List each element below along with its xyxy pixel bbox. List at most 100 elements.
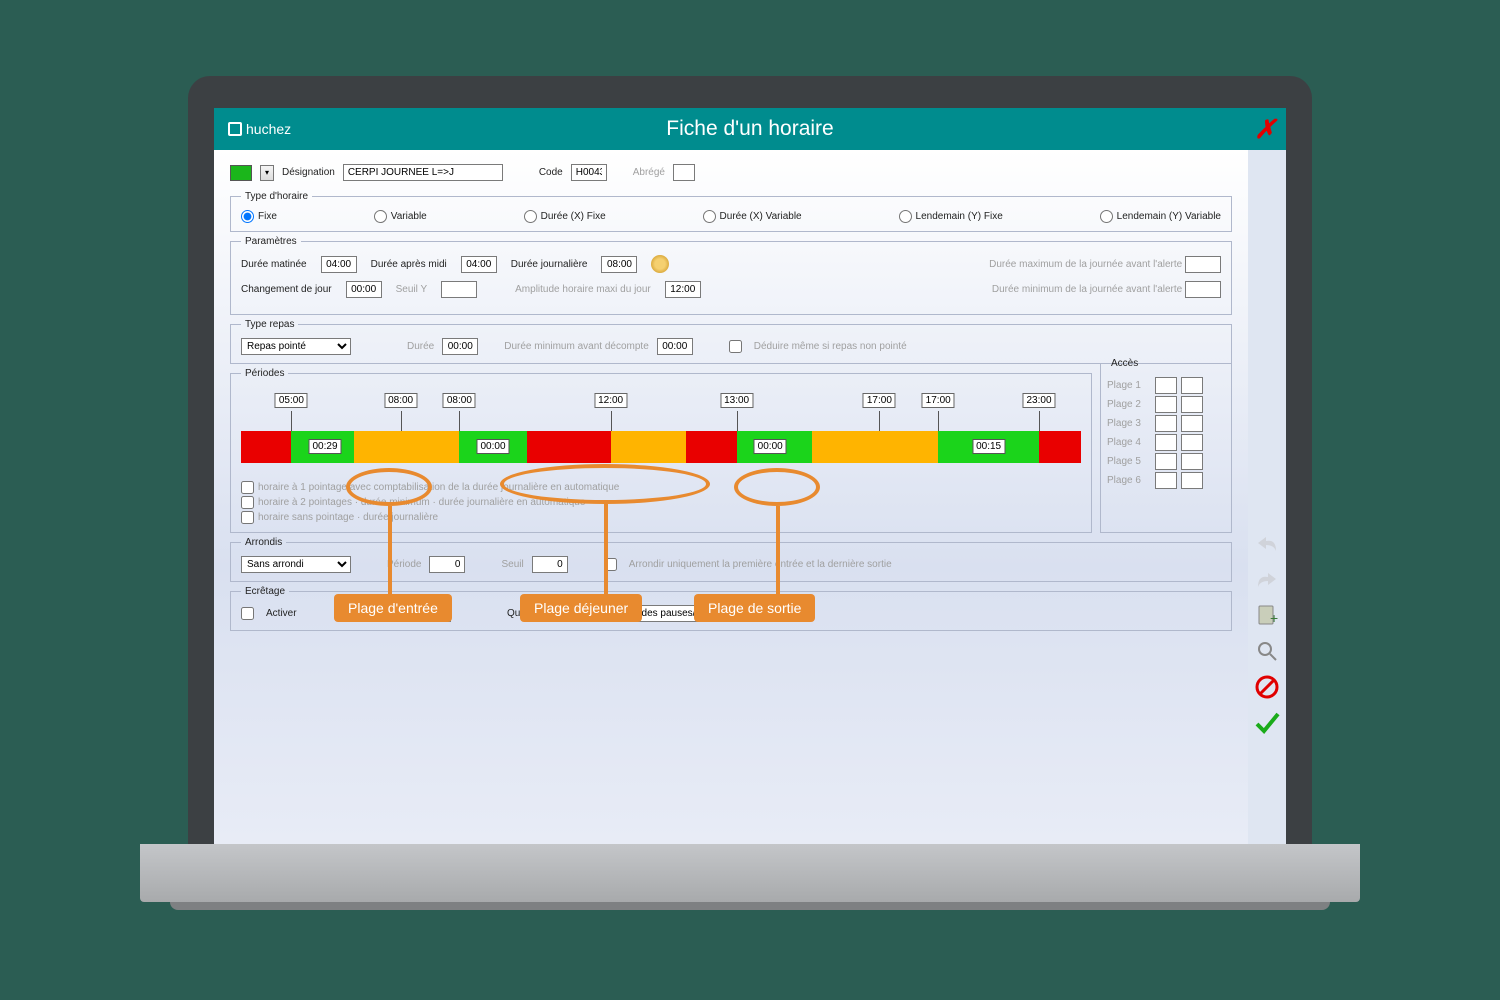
brand-logo: huchez: [228, 121, 291, 137]
plage1-a[interactable]: [1155, 377, 1177, 394]
repas-legend: Type repas: [241, 319, 298, 330]
plage3-a[interactable]: [1155, 415, 1177, 432]
confirm-icon[interactable]: [1254, 710, 1280, 736]
bar-label-2[interactable]: 00:00: [754, 439, 787, 454]
plage6-b[interactable]: [1181, 472, 1203, 489]
radio-fixe[interactable]: Fixe: [241, 210, 277, 223]
close-icon[interactable]: ✗: [1254, 114, 1276, 145]
radio-duree-x-fixe[interactable]: Durée (X) Fixe: [524, 210, 606, 223]
period-bar: [241, 431, 1081, 463]
min-alert-input[interactable]: [1185, 281, 1221, 298]
max-alert-input[interactable]: [1185, 256, 1221, 273]
abrege-input[interactable]: [673, 164, 695, 181]
color-swatch[interactable]: [230, 165, 252, 181]
timeline: 05:00 08:00 08:00 12:00 13:00 17:00 17:0…: [241, 393, 1081, 475]
designation-label: Désignation: [282, 167, 335, 178]
plage5-b[interactable]: [1181, 453, 1203, 470]
ecretage-quand-select[interactable]: Avant la déduction des pauses/repas: [551, 605, 761, 622]
app-screen: huchez Fiche d'un horaire ✗ ▾ Désignatio…: [214, 108, 1286, 844]
designation-input[interactable]: [343, 164, 503, 181]
duree-am-label: Durée après midi: [371, 259, 447, 270]
laptop-bezel: huchez Fiche d'un horaire ✗ ▾ Désignatio…: [188, 76, 1312, 844]
bar-label-3[interactable]: 00:15: [972, 439, 1005, 454]
ecretage-periode-label: Période: [373, 608, 407, 619]
plage2-b[interactable]: [1181, 396, 1203, 413]
ecretage-group: Ecrêtage Activer Période Quand? Avant la…: [230, 586, 1232, 631]
cancel-icon[interactable]: [1254, 674, 1280, 700]
code-input[interactable]: [571, 164, 607, 181]
plage5-a[interactable]: [1155, 453, 1177, 470]
radio-variable[interactable]: Variable: [374, 210, 427, 223]
search-icon[interactable]: [1254, 638, 1280, 664]
seuil-y-label: Seuil Y: [396, 284, 428, 295]
duree-matinee-label: Durée matinée: [241, 259, 307, 270]
laptop-frame: huchez Fiche d'un horaire ✗ ▾ Désignatio…: [188, 76, 1312, 902]
arrondis-group: Arrondis Sans arrondi Période Seuil Arro…: [230, 537, 1232, 582]
chg-jour-input[interactable]: [346, 281, 382, 298]
brand-icon: [228, 122, 242, 136]
deduire-checkbox[interactable]: [729, 340, 742, 353]
time-2[interactable]: 08:00: [443, 393, 476, 408]
time-5[interactable]: 17:00: [863, 393, 896, 408]
radio-lendemain-y-fixe[interactable]: Lendemain (Y) Fixe: [899, 210, 1003, 223]
plage6-a[interactable]: [1155, 472, 1177, 489]
bar-label-0[interactable]: 00:29: [308, 439, 341, 454]
repas-select[interactable]: Repas pointé: [241, 338, 351, 355]
plage2-a[interactable]: [1155, 396, 1177, 413]
chg-jour-label: Changement de jour: [241, 284, 332, 295]
chk-1-pointage[interactable]: [241, 481, 254, 494]
duree-jour-label: Durée journalière: [511, 259, 588, 270]
acces-legend: Accès: [1107, 358, 1142, 369]
brand-text: huchez: [246, 121, 291, 137]
ecretage-activer-chk[interactable]: [241, 607, 254, 620]
chk-2-pointages[interactable]: [241, 496, 254, 509]
undo-icon[interactable]: [1254, 530, 1280, 556]
ecretage-legend: Ecrêtage: [241, 586, 289, 597]
right-toolbar: +: [1248, 150, 1286, 844]
time-0[interactable]: 05:00: [275, 393, 308, 408]
code-label: Code: [539, 167, 563, 178]
type-horaire-group: Type d'horaire Fixe Variable Durée (X) F…: [230, 191, 1232, 232]
time-4[interactable]: 13:00: [720, 393, 753, 408]
type-horaire-legend: Type d'horaire: [241, 191, 312, 202]
radio-lendemain-y-variable[interactable]: Lendemain (Y) Variable: [1100, 210, 1221, 223]
radio-duree-x-variable[interactable]: Durée (X) Variable: [703, 210, 802, 223]
bar-label-1[interactable]: 00:00: [476, 439, 509, 454]
repas-min-label: Durée minimum avant décompte: [504, 341, 649, 352]
plage4-b[interactable]: [1181, 434, 1203, 451]
repas-group: Type repas Repas pointé Durée Durée mini…: [230, 319, 1232, 364]
time-7[interactable]: 23:00: [1022, 393, 1055, 408]
amplitude-input: [665, 281, 701, 298]
ecretage-activer-label: Activer: [266, 608, 297, 619]
window-title: Fiche d'un horaire: [666, 117, 833, 141]
time-1[interactable]: 08:00: [384, 393, 417, 408]
chk-sans-pointage[interactable]: [241, 511, 254, 524]
params-legend: Paramètres: [241, 236, 301, 247]
arrondis-chk-label: Arrondir uniquement la première entrée e…: [629, 559, 892, 570]
color-dropdown-icon[interactable]: ▾: [260, 165, 274, 181]
clock-icon: [651, 255, 669, 273]
plage4-a[interactable]: [1155, 434, 1177, 451]
periodes-group: Périodes 05:00 08:00 08:00 12:00 13:00 1…: [230, 368, 1092, 533]
repas-duree-input: [442, 338, 478, 355]
redo-icon[interactable]: [1254, 566, 1280, 592]
amplitude-label: Amplitude horaire maxi du jour: [515, 284, 651, 295]
time-6[interactable]: 17:00: [922, 393, 955, 408]
arrondis-legend: Arrondis: [241, 537, 286, 548]
plage1-b[interactable]: [1181, 377, 1203, 394]
ecretage-quand-label: Quand?: [507, 608, 543, 619]
arrondis-select[interactable]: Sans arrondi: [241, 556, 351, 573]
seuil-y-input: [441, 281, 477, 298]
duree-am-input[interactable]: [461, 256, 497, 273]
abrege-label: Abrégé: [633, 167, 665, 178]
svg-text:+: +: [1270, 610, 1278, 626]
arrondis-chk[interactable]: [604, 558, 617, 571]
arrondis-periode-input: [429, 556, 465, 573]
duree-matinee-input[interactable]: [321, 256, 357, 273]
time-3[interactable]: 12:00: [594, 393, 627, 408]
ecretage-periode-input[interactable]: [415, 605, 451, 622]
plage3-b[interactable]: [1181, 415, 1203, 432]
designation-row: ▾ Désignation Code Abrégé: [230, 164, 1232, 181]
duree-jour-input[interactable]: [601, 256, 637, 273]
add-icon[interactable]: +: [1254, 602, 1280, 628]
